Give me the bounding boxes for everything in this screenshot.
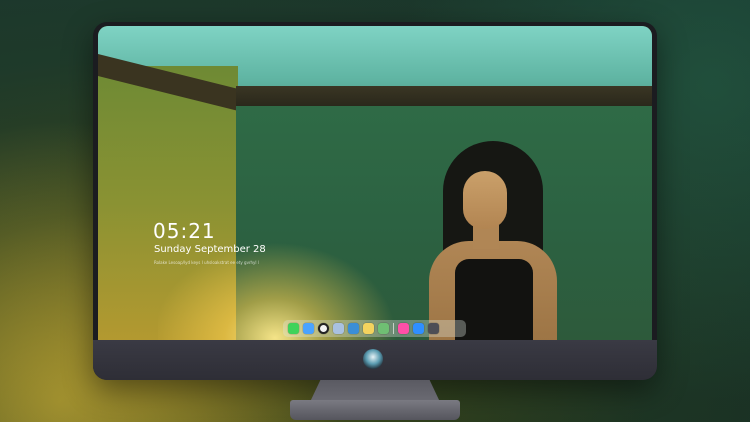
clock-icon[interactable]: [318, 323, 329, 334]
finder-icon[interactable]: [303, 323, 314, 334]
monitor: 05:21 Sunday September 28 Rolake Lesoap/…: [93, 22, 657, 380]
monitor-base: [290, 400, 460, 420]
system-icon[interactable]: [428, 323, 439, 334]
lockscreen-subtitle: Rolake Lesoap/lyd keys I uhsloakstrat ee…: [154, 260, 259, 265]
maps-icon[interactable]: [378, 323, 389, 334]
screen: 05:21 Sunday September 28 Rolake Lesoap/…: [98, 26, 652, 340]
notes-icon[interactable]: [363, 323, 374, 334]
dock: [283, 320, 466, 337]
wallpaper-molding: [236, 86, 652, 106]
photos-icon[interactable]: [333, 323, 344, 334]
monitor-logo-icon: [363, 349, 383, 369]
appstore-icon[interactable]: [413, 323, 424, 334]
lockscreen-date: Sunday September 28: [154, 244, 266, 255]
video-icon[interactable]: [348, 323, 359, 334]
messages-icon[interactable]: [288, 323, 299, 334]
wallpaper-person: [423, 141, 563, 340]
lockscreen-time: 05:21: [153, 219, 216, 243]
dock-separator: [393, 323, 394, 334]
monitor-stand: [310, 380, 440, 402]
music-icon[interactable]: [398, 323, 409, 334]
